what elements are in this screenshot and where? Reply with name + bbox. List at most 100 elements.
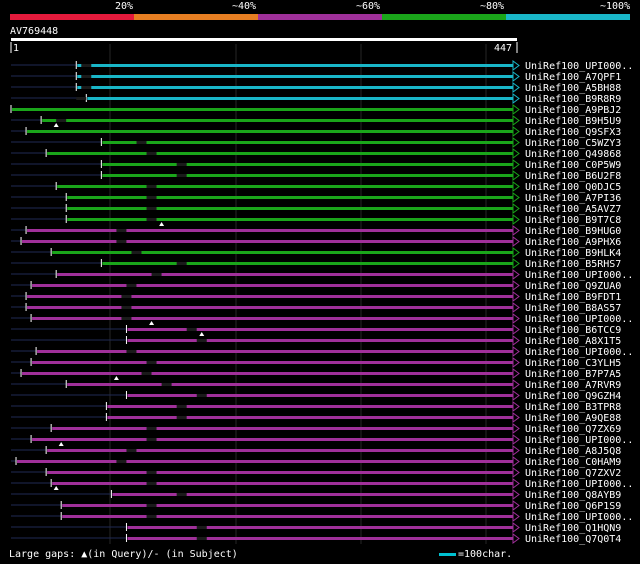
hit-label: UniRef100_Q1HQN9 (525, 523, 621, 534)
query-gap-marker (159, 222, 165, 226)
scale-legend: =100char. (439, 549, 512, 560)
subject-gap (176, 416, 187, 419)
subject-gap (146, 427, 157, 430)
hit-label: UniRef100_B9T7C8 (525, 215, 621, 226)
hit-bar (47, 471, 513, 474)
subject-gap (196, 339, 207, 342)
hit-bar (52, 482, 513, 485)
hit-end-arrow (512, 159, 520, 170)
subject-gap (196, 526, 207, 529)
hit-label: UniRef100_B5RHS7 (525, 259, 621, 270)
query-gap-marker (53, 486, 59, 490)
hit-label: UniRef100_Q6P1S9 (525, 501, 621, 512)
alignment-canvas: 1 447UniRef100_UPI000..UniRef100_A7QPF1Un… (10, 38, 633, 545)
subject-gap (81, 75, 92, 78)
scale-swatch (439, 552, 456, 556)
hit-end-arrow (512, 511, 520, 522)
hit-bar (102, 262, 514, 265)
hit-bar (52, 251, 513, 254)
subject-gap (146, 504, 157, 507)
hit-bar (127, 537, 514, 540)
hit-bar (102, 141, 514, 144)
hit-bar (27, 306, 514, 309)
subject-gap (56, 119, 67, 122)
subject-gap (146, 482, 157, 485)
hit-label: UniRef100_UPI000.. (525, 270, 633, 281)
hit-bar (42, 119, 514, 122)
hit-end-arrow (512, 247, 520, 258)
subject-gap (121, 306, 132, 309)
hit-bar (52, 427, 513, 430)
subject-gap (146, 207, 157, 210)
subject-gap (81, 64, 92, 67)
hit-end-arrow (512, 71, 520, 82)
hit-label: UniRef100_B8AS57 (525, 303, 621, 314)
hit-end-arrow (512, 225, 520, 236)
query-gap-marker (149, 321, 155, 325)
hit-bar (67, 207, 513, 210)
hit-bar (107, 405, 513, 408)
hit-bar (107, 416, 513, 419)
subject-gap (141, 372, 152, 375)
hit-bar (27, 295, 514, 298)
hit-bar (87, 97, 514, 100)
hit-end-arrow (512, 500, 520, 511)
hit-end-arrow (512, 181, 520, 192)
hit-end-arrow (512, 489, 520, 500)
hit-end-arrow (512, 423, 520, 434)
hit-bar (127, 526, 514, 529)
hit-bar (32, 284, 513, 287)
hit-bar (22, 372, 513, 375)
hit-label: UniRef100_Q49868 (525, 149, 621, 160)
hit-label: UniRef100_A7QPF1 (525, 72, 621, 83)
hit-label: UniRef100_B9HUG0 (525, 226, 621, 237)
hit-end-arrow (512, 379, 520, 390)
hit-label: UniRef100_UPI000.. (525, 314, 633, 325)
subject-gap (146, 515, 157, 518)
hit-end-arrow (512, 313, 520, 324)
hit-label: UniRef100_A9PHX6 (525, 237, 621, 248)
hit-end-arrow (512, 137, 520, 148)
hit-end-arrow (512, 214, 520, 225)
hit-end-arrow (512, 60, 520, 71)
hit-bar (37, 350, 513, 353)
hit-bar (127, 394, 514, 397)
hit-end-arrow (512, 148, 520, 159)
subject-gap (116, 229, 127, 232)
hit-bar (77, 64, 513, 67)
subject-gap (176, 405, 187, 408)
query-end-label: 447 (494, 43, 512, 54)
hit-bar (12, 108, 513, 111)
hit-bar (57, 185, 514, 188)
hit-end-arrow (512, 346, 520, 357)
hit-label: UniRef100_Q9SFX3 (525, 127, 621, 138)
hit-bar (57, 273, 514, 276)
subject-gap (121, 317, 132, 320)
hit-bar (62, 504, 513, 507)
subject-gap (176, 163, 187, 166)
hit-label: UniRef100_B9R8R9 (525, 94, 621, 105)
hit-end-arrow (512, 467, 520, 478)
hit-end-arrow (512, 522, 520, 533)
hit-label: UniRef100_A5BH88 (525, 83, 621, 94)
gaps-legend: Large gaps: ▲(in Query)/- (in Subject) (9, 549, 238, 560)
hit-label: UniRef100_B9H5U9 (525, 116, 621, 127)
hit-label: UniRef100_Q7ZX69 (525, 424, 621, 435)
hit-label: UniRef100_C0P5W9 (525, 160, 621, 171)
query-gap-marker (58, 442, 64, 446)
subject-gap (146, 196, 157, 199)
hit-bar (102, 163, 514, 166)
scale-label: =100char. (458, 549, 513, 560)
hit-end-arrow (512, 258, 520, 269)
subject-gap (146, 152, 157, 155)
hit-label: UniRef100_B7P7A5 (525, 369, 621, 380)
hit-end-arrow (512, 412, 520, 423)
hit-bar (112, 493, 514, 496)
hit-end-arrow (512, 434, 520, 445)
hit-bar (32, 438, 513, 441)
subject-gap (121, 295, 132, 298)
subject-gap (76, 97, 87, 100)
subject-gap (136, 141, 147, 144)
subject-gap (131, 251, 142, 254)
hit-label: UniRef100_A7RVR9 (525, 380, 621, 391)
